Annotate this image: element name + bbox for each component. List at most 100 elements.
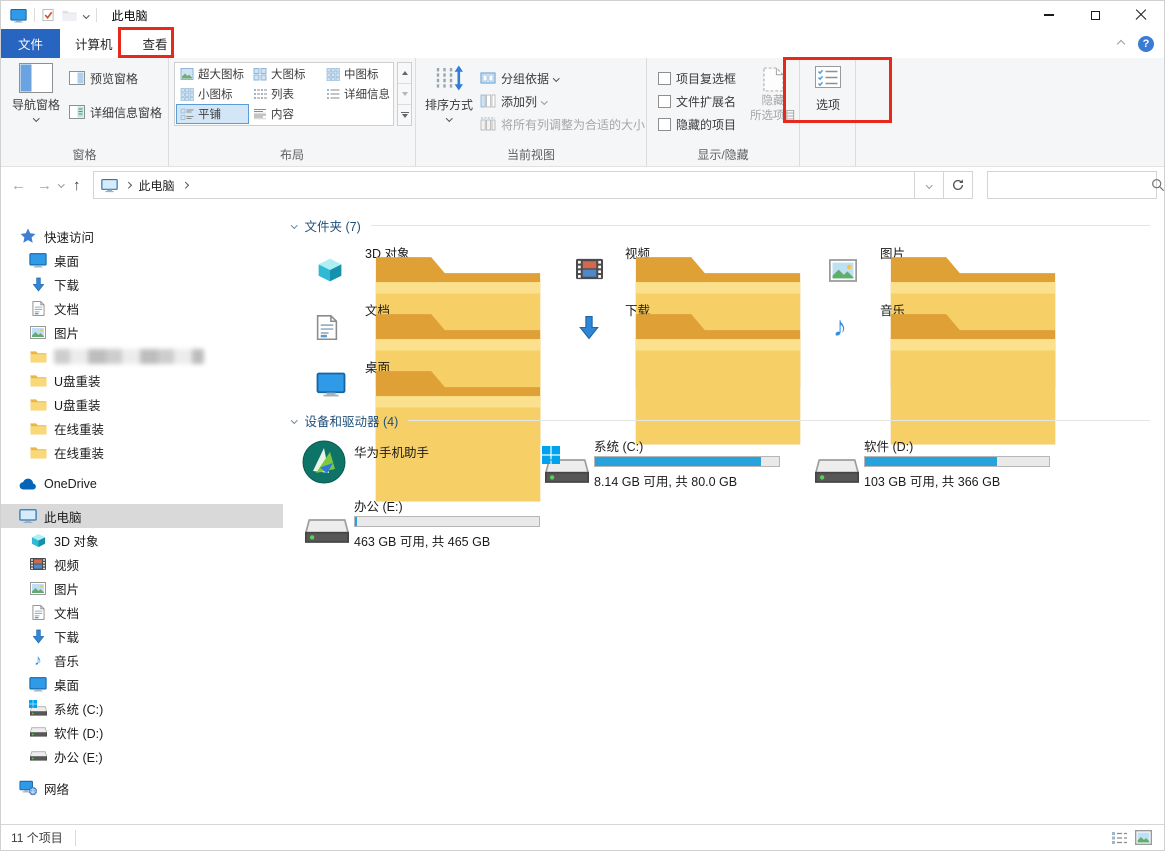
window-title: 此电脑 [112, 7, 148, 24]
sidebar-item-software-d[interactable]: 软件 (D:) [1, 720, 283, 744]
devices-group-header[interactable]: 设备和驱动器 (4) [292, 411, 1150, 430]
layout-details[interactable]: 详细信息 [322, 84, 394, 104]
folder-tile-documents[interactable]: 文档 [308, 298, 558, 344]
layout-list[interactable]: 列表 [249, 84, 322, 104]
folder-tile-desktop[interactable]: 桌面 [308, 355, 558, 401]
preview-pane-button[interactable]: 预览窗格 [69, 67, 138, 89]
sidebar-item-office-e[interactable]: 办公 (E:) [1, 744, 283, 768]
sidebar-item-documents-pinned[interactable]: 文档 [1, 296, 283, 320]
new-folder-icon[interactable] [62, 9, 77, 22]
tab-view[interactable]: 查看 [128, 29, 183, 58]
tab-computer[interactable]: 计算机 [60, 29, 128, 58]
sort-by-button[interactable]: 排序方式 [421, 63, 477, 121]
layout-content[interactable]: 内容 [249, 104, 322, 124]
drive-icon [29, 748, 47, 764]
forward-button[interactable]: → [37, 167, 52, 203]
drive-icon [302, 496, 354, 548]
details-pane-button[interactable]: 详细信息窗格 [69, 101, 162, 123]
gallery-scroll-down-button[interactable] [398, 84, 411, 105]
tab-file[interactable]: 文件 [1, 29, 60, 58]
device-tile-office-e[interactable]: 办公 (E:) 463 GB 可用, 共 465 GB [302, 496, 540, 550]
sidebar-item-quick-access[interactable]: 快速访问 [1, 224, 283, 248]
search-icon[interactable] [1151, 178, 1165, 192]
sidebar-item-redacted-pinned[interactable] [1, 344, 283, 368]
chevron-right-icon[interactable] [182, 182, 188, 188]
refresh-button[interactable] [943, 172, 972, 198]
folder-tile-videos[interactable]: 视频 [568, 241, 818, 287]
layout-tiles[interactable]: 平铺 [176, 104, 249, 124]
divider [371, 225, 1150, 226]
gallery-scroll-up-button[interactable] [398, 63, 411, 84]
minimize-button[interactable] [1026, 1, 1072, 29]
device-tile-software-d[interactable]: 软件 (D:) 103 GB 可用, 共 366 GB [812, 436, 1050, 490]
sidebar-item-downloads-pinned[interactable]: 下载 [1, 272, 283, 296]
address-bar[interactable]: 此电脑 [93, 171, 973, 199]
folder-tile-music[interactable]: ♪ 音乐 [823, 298, 1073, 344]
hidden-items-checkbox[interactable]: 隐藏的项目 [658, 113, 736, 135]
layout-extra-large-icons[interactable]: 超大图标 [176, 64, 249, 84]
layout-medium-icons[interactable]: 中图标 [322, 64, 394, 84]
folders-group-header[interactable]: 文件夹 (7) [292, 216, 1150, 235]
help-icon[interactable]: ? [1138, 36, 1154, 52]
device-tile-system-c[interactable]: 系统 (C:) 8.14 GB 可用, 共 80.0 GB [542, 436, 780, 490]
search-input[interactable] [988, 172, 1151, 198]
sidebar-item-online-reinstall-2[interactable]: 在线重装 [1, 440, 283, 464]
layout-large-icons[interactable]: 大图标 [249, 64, 322, 84]
folder-documents-icon [308, 298, 355, 341]
properties-check-icon[interactable] [42, 8, 55, 22]
sidebar-item-3d-objects[interactable]: 3D 对象 [1, 528, 283, 552]
recent-locations-dropdown-icon[interactable] [58, 181, 64, 187]
breadcrumb-location[interactable]: 此电脑 [139, 177, 175, 194]
sidebar-item-desktop-pinned[interactable]: 桌面 [1, 248, 283, 272]
navigation-pane-button[interactable]: 导航窗格 [7, 63, 65, 121]
collapse-group-icon[interactable] [291, 417, 297, 423]
address-dropdown-button[interactable] [914, 172, 943, 198]
music-note-icon: ♪ [29, 652, 47, 668]
add-columns-button[interactable]: 添加列 [480, 90, 547, 112]
sidebar-item-music[interactable]: ♪音乐 [1, 648, 283, 672]
device-tile-huawei-assistant[interactable]: 华为手机助手 [302, 436, 429, 490]
collapse-ribbon-icon[interactable] [1117, 39, 1125, 47]
sidebar-item-online-reinstall-1[interactable]: 在线重装 [1, 416, 283, 440]
sidebar-item-usb-reinstall-2[interactable]: U盘重装 [1, 392, 283, 416]
item-check-boxes-checkbox[interactable]: 项目复选框 [658, 67, 736, 89]
quick-access-toolbar: 此电脑 [1, 7, 148, 24]
sort-by-icon [434, 63, 464, 93]
chevron-right-icon[interactable] [125, 182, 131, 188]
back-button[interactable]: ← [11, 167, 26, 203]
close-button[interactable] [1118, 1, 1164, 29]
sidebar-item-downloads[interactable]: 下载 [1, 624, 283, 648]
sidebar-item-network[interactable]: 网络 [1, 776, 283, 800]
file-extensions-checkbox[interactable]: 文件扩展名 [658, 90, 736, 112]
folder-tile-downloads[interactable]: 下载 [568, 298, 818, 344]
maximize-button[interactable] [1072, 1, 1118, 29]
sidebar-item-documents[interactable]: 文档 [1, 600, 283, 624]
sidebar-item-this-pc[interactable]: 此电脑 [1, 504, 283, 528]
close-icon [1135, 9, 1147, 21]
large-icons-view-toggle-icon[interactable] [1135, 830, 1152, 845]
sidebar-item-onedrive[interactable]: OneDrive [1, 472, 283, 496]
folder-tile-pictures[interactable]: 图片 [823, 241, 1073, 287]
sidebar-item-pictures-pinned[interactable]: 图片 [1, 320, 283, 344]
desktop-icon [29, 252, 47, 268]
gallery-expand-button[interactable] [398, 105, 411, 125]
size-all-columns-button[interactable]: 将所有列调整为合适的大小 [480, 113, 645, 135]
collapse-group-icon[interactable] [291, 222, 297, 228]
up-button[interactable]: ↑ [73, 167, 81, 203]
layout-small-icons[interactable]: 小图标 [176, 84, 249, 104]
options-button[interactable]: 选项 [804, 66, 852, 113]
sidebar-item-videos[interactable]: 视频 [1, 552, 283, 576]
navigation-pane-icon [19, 63, 53, 93]
sidebar-item-pictures[interactable]: 图片 [1, 576, 283, 600]
folder-tile-3d-objects[interactable]: 3D 对象 [308, 241, 558, 287]
disk-free-info: 8.14 GB 可用, 共 80.0 GB [594, 471, 780, 490]
sidebar-item-system-c[interactable]: 系统 (C:) [1, 696, 283, 720]
details-view-toggle-icon[interactable] [1111, 830, 1128, 845]
hide-selected-items-button[interactable]: 隐藏所选项目 [749, 63, 797, 141]
customize-toolbar-dropdown-icon[interactable] [83, 12, 89, 18]
chevron-down-icon [553, 75, 559, 81]
quick-access-star-icon [19, 228, 37, 244]
sidebar-item-desktop[interactable]: 桌面 [1, 672, 283, 696]
group-by-button[interactable]: 分组依据 [480, 67, 559, 89]
sidebar-item-usb-reinstall-1[interactable]: U盘重装 [1, 368, 283, 392]
